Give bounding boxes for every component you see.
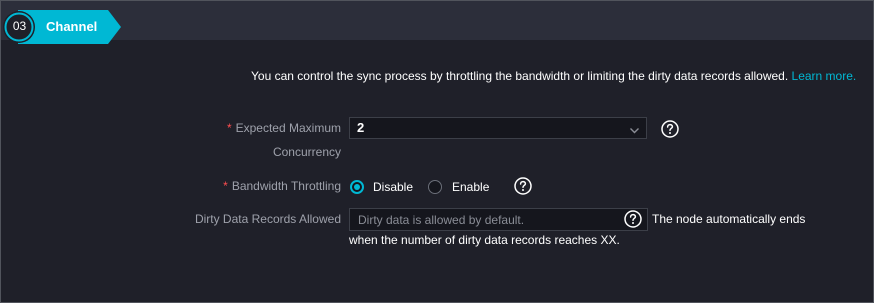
chevron-down-icon [629, 122, 640, 142]
step-header: 03 Channel [1, 1, 873, 44]
required-mark: * [223, 179, 228, 193]
bandwidth-enable-radio[interactable] [428, 180, 442, 194]
dirty-data-label: Dirty Data Records Allowed [194, 212, 341, 226]
bandwidth-help-icon[interactable] [514, 177, 532, 195]
step-title: Channel [46, 19, 98, 34]
concurrency-value: 2 [357, 120, 365, 135]
step-badge: 03 Channel [1, 10, 121, 44]
channel-panel: 03 Channel You can control the sync proc… [0, 0, 874, 303]
info-description: You can control the sync process by thro… [251, 69, 789, 83]
concurrency-select[interactable]: 2 [349, 117, 647, 139]
concurrency-label: * Expected Maximum [201, 117, 341, 139]
required-mark: * [226, 121, 232, 135]
info-text: You can control the sync process by thro… [251, 69, 856, 83]
dirty-data-note-line1: The node automatically ends [652, 212, 806, 226]
bandwidth-label-text: Bandwidth Throttling [231, 179, 341, 193]
concurrency-label-line2: Concurrency [272, 145, 341, 159]
dirty-data-help-icon[interactable] [624, 210, 642, 228]
concurrency-label-line1: Expected Maximum [235, 121, 341, 135]
dirty-data-input[interactable] [349, 208, 648, 231]
step-number: 03 [12, 19, 27, 33]
bandwidth-label: * Bandwidth Throttling [201, 175, 341, 197]
bandwidth-disable-radio[interactable] [350, 180, 364, 194]
concurrency-help-icon[interactable] [661, 120, 679, 138]
learn-more-link[interactable]: Learn more. [792, 69, 857, 83]
bandwidth-disable-label[interactable]: Disable [373, 179, 413, 195]
bandwidth-enable-label[interactable]: Enable [452, 179, 489, 195]
dirty-data-note-line2: when the number of dirty data records re… [349, 233, 620, 247]
